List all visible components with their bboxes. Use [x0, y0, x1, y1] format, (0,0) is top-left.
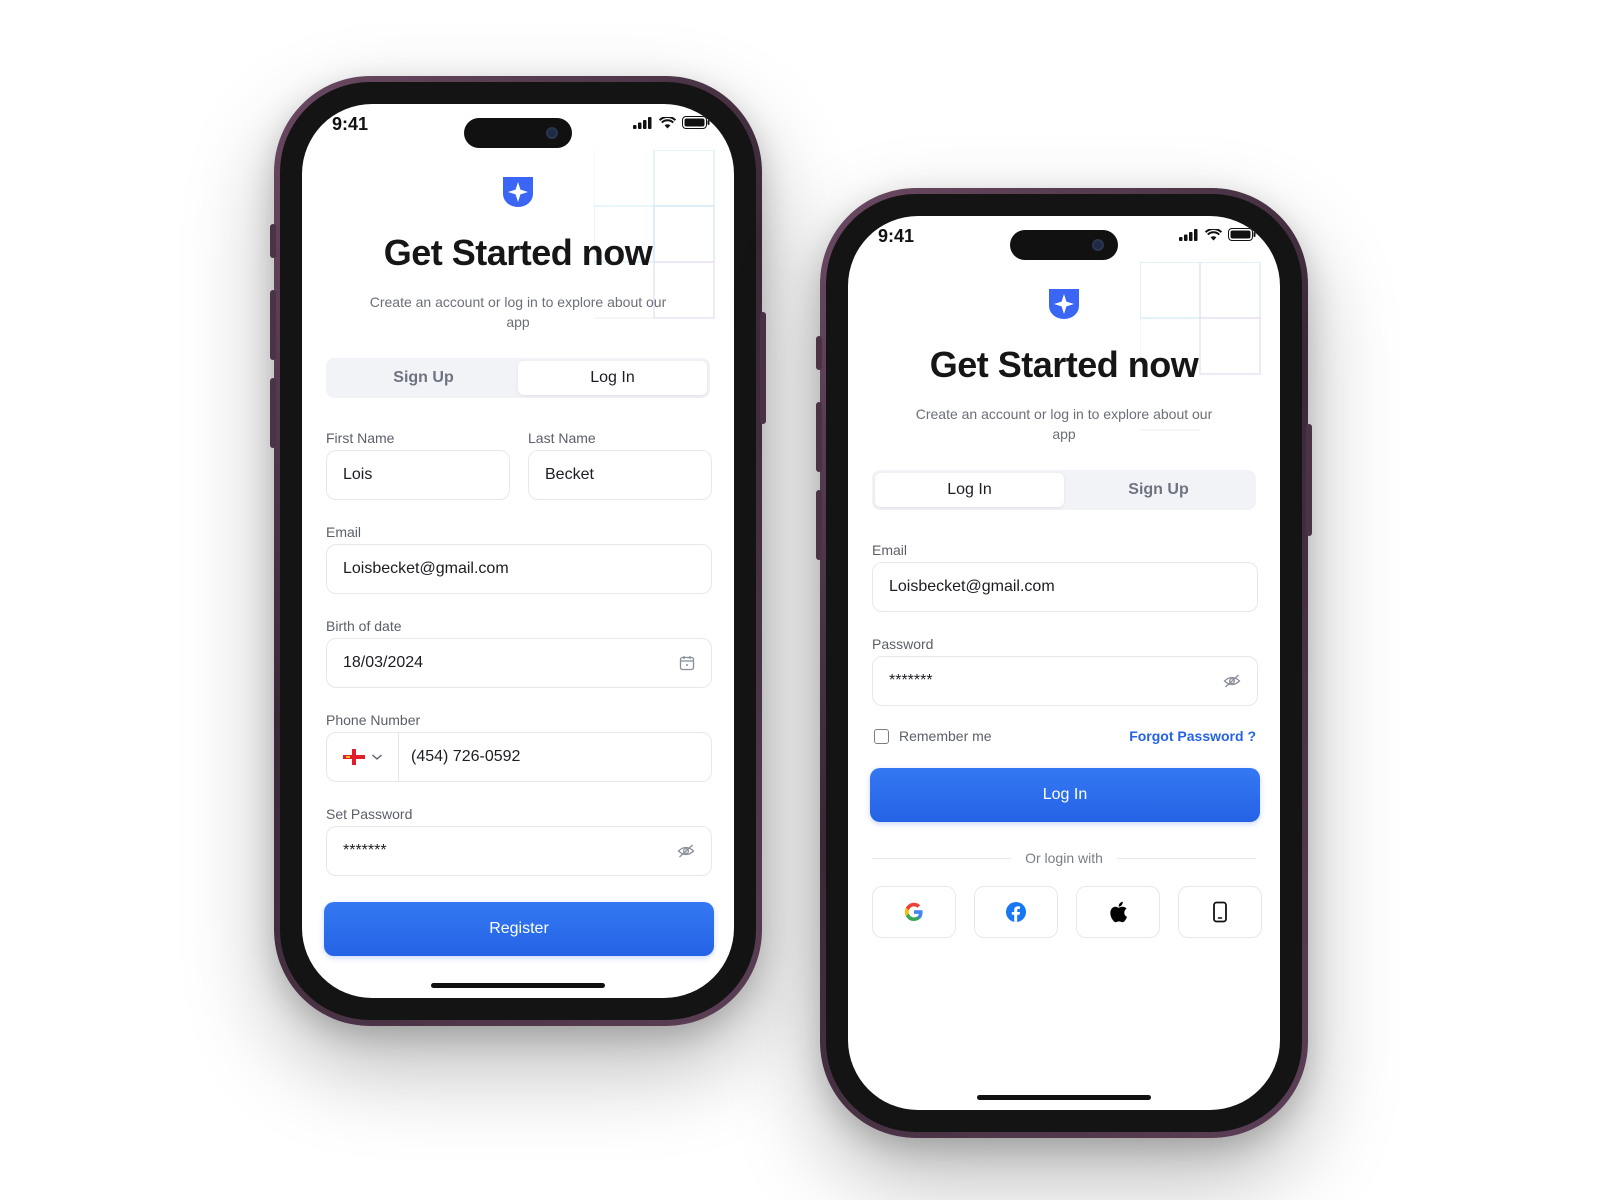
page-subtitle: Create an account or log in to explore a… — [915, 406, 1213, 442]
dynamic-island — [464, 118, 572, 148]
volume-down-button — [270, 378, 276, 448]
wifi-icon — [659, 116, 676, 128]
remember-checkbox[interactable] — [874, 728, 889, 744]
status-time: 9:41 — [332, 114, 369, 134]
first-name-field[interactable]: Lois — [326, 450, 510, 500]
phone-login-button[interactable] — [1178, 886, 1262, 938]
tab-log-in[interactable]: Log In — [875, 473, 1064, 507]
mute-switch — [816, 336, 822, 370]
home-indicator — [977, 1095, 1151, 1100]
divider-line — [1116, 857, 1256, 859]
phone-icon — [1213, 901, 1227, 923]
phone-value: (454) 726-0592 — [411, 748, 521, 765]
apple-icon — [1110, 901, 1127, 923]
last-name-field[interactable]: Becket — [528, 450, 712, 500]
birth-date-value: 18/03/2024 — [343, 654, 424, 671]
signal-icon — [633, 116, 652, 129]
remember-me[interactable]: Remember me — [874, 728, 992, 744]
phone-login: 9:41 Get Started now Create an account o… — [816, 188, 1312, 1138]
chevron-down-icon — [371, 754, 382, 760]
bezel: 9:41 Get Started now Create an account o… — [826, 194, 1302, 1132]
phone-field[interactable]: (454) 726-0592 — [326, 732, 712, 782]
tab-log-in[interactable]: Log In — [518, 361, 707, 395]
social-buttons — [872, 886, 1262, 938]
tab-sign-up[interactable]: Sign Up — [329, 361, 518, 395]
password-field[interactable]: ******* — [872, 656, 1258, 706]
login-button[interactable]: Log In — [870, 768, 1260, 822]
status-bar: 9:41 — [848, 216, 1280, 260]
birth-date-field[interactable]: 18/03/2024 — [326, 638, 712, 688]
volume-down-button — [816, 490, 822, 560]
email-label: Email — [872, 542, 908, 558]
status-time: 9:41 — [878, 226, 915, 246]
email-value: Loisbecket@gmail.com — [343, 560, 509, 577]
password-value: ******* — [343, 842, 387, 859]
signal-icon — [1179, 228, 1198, 241]
battery-icon — [1228, 228, 1256, 241]
apple-login-button[interactable] — [1076, 886, 1160, 938]
screen-register: 9:41 Get Started now Create an account o… — [302, 104, 734, 998]
flag-icon — [342, 749, 365, 765]
power-button — [760, 312, 766, 424]
power-button — [1306, 424, 1312, 536]
first-name-label: First Name — [326, 430, 395, 446]
camera-icon — [546, 127, 558, 139]
social-divider: Or login with — [872, 850, 1256, 866]
email-value: Loisbecket@gmail.com — [889, 578, 1055, 595]
register-button[interactable]: Register — [324, 902, 714, 956]
volume-up-button — [270, 290, 276, 360]
password-label: Set Password — [326, 806, 413, 822]
phone-label: Phone Number — [326, 712, 421, 728]
divider-label: Or login with — [1025, 850, 1103, 866]
birth-date-label: Birth of date — [326, 618, 402, 634]
phone-register: 9:41 Get Started now Create an account o… — [270, 76, 766, 1026]
facebook-login-button[interactable] — [974, 886, 1058, 938]
auth-tabs: Sign Up Log In — [326, 358, 710, 398]
last-name-label: Last Name — [528, 430, 596, 446]
shield-logo-icon — [1049, 289, 1079, 319]
first-name-value: Lois — [343, 466, 373, 483]
screen-login: 9:41 Get Started now Create an account o… — [848, 216, 1280, 1110]
password-value: ******* — [889, 672, 933, 689]
page-title: Get Started now — [929, 344, 1199, 385]
camera-icon — [1092, 239, 1104, 251]
auth-tabs: Log In Sign Up — [872, 470, 1256, 510]
bezel: 9:41 Get Started now Create an account o… — [280, 82, 756, 1020]
email-label: Email — [326, 524, 362, 540]
battery-icon — [682, 116, 710, 129]
eye-off-icon[interactable] — [677, 843, 695, 859]
email-field[interactable]: Loisbecket@gmail.com — [326, 544, 712, 594]
google-icon — [904, 902, 923, 922]
password-label: Password — [872, 636, 934, 652]
page-subtitle: Create an account or log in to explore a… — [369, 294, 667, 330]
eye-off-icon[interactable] — [1223, 673, 1241, 689]
last-name-value: Becket — [545, 466, 594, 483]
divider-line — [872, 857, 1012, 859]
volume-up-button — [816, 402, 822, 472]
mute-switch — [270, 224, 276, 258]
password-field[interactable]: ******* — [326, 826, 712, 876]
google-login-button[interactable] — [872, 886, 956, 938]
facebook-icon — [1006, 902, 1026, 922]
country-code-select[interactable] — [327, 733, 399, 781]
dynamic-island — [1010, 230, 1118, 260]
wifi-icon — [1205, 228, 1222, 240]
forgot-password-link[interactable]: Forgot Password ? — [1129, 728, 1256, 744]
page-title: Get Started now — [383, 232, 653, 273]
calendar-icon[interactable] — [679, 655, 695, 671]
tab-sign-up[interactable]: Sign Up — [1064, 473, 1253, 507]
shield-logo-icon — [503, 177, 533, 207]
home-indicator — [431, 983, 605, 988]
status-bar: 9:41 — [302, 104, 734, 148]
email-field[interactable]: Loisbecket@gmail.com — [872, 562, 1258, 612]
remember-label: Remember me — [899, 728, 992, 744]
